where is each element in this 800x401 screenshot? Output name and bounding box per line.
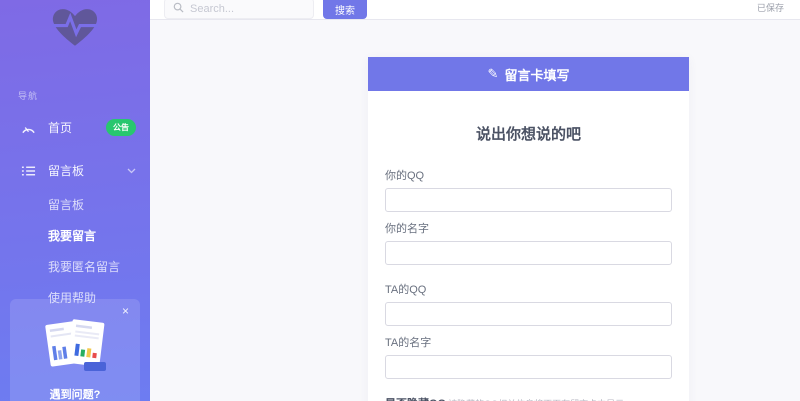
topbar: 搜索 已保存 [150, 0, 800, 20]
sidebar-item-home[interactable]: 首页 公告 [0, 110, 150, 145]
main-column: 搜索 已保存 ✎ 留言卡填写 说出你想说的吧 你的QQ 你的名字 TA的QQ T… [150, 0, 800, 401]
card-header: ✎ 留言卡填写 [368, 57, 689, 91]
search-icon [173, 0, 184, 18]
saved-status-text: 已保存 [757, 1, 784, 14]
sidebar-subnav: 留言板 我要留言 我要匿名留言 使用帮助 [0, 189, 150, 313]
their-qq-label: TA的QQ [385, 281, 672, 297]
sidebar: 导航 首页 公告 留言板 留言板 我要留言 我要 [0, 0, 150, 401]
your-name-input[interactable] [385, 241, 672, 265]
chevron-down-icon [127, 168, 136, 174]
pencil-icon: ✎ [488, 66, 499, 82]
their-name-label: TA的名字 [385, 334, 672, 350]
your-name-label: 你的名字 [385, 220, 672, 236]
promo-title: 遇到问题? [10, 386, 140, 401]
card-body: 说出你想说的吧 你的QQ 你的名字 TA的QQ TA的名字 是否隐藏QQ 被隐藏… [368, 91, 689, 401]
message-card-form: ✎ 留言卡填写 说出你想说的吧 你的QQ 你的名字 TA的QQ TA的名字 是否… [368, 57, 689, 401]
search-input[interactable] [190, 3, 305, 15]
search-button[interactable]: 搜索 [323, 0, 367, 19]
card-subtitle: 说出你想说的吧 [385, 91, 672, 144]
sidebar-item-messageboard[interactable]: 留言板 [0, 153, 150, 188]
search-box[interactable] [164, 0, 314, 19]
list-icon [21, 165, 36, 177]
close-icon[interactable]: × [122, 305, 129, 317]
sidebar-subitem-leave-message[interactable]: 我要留言 [0, 220, 150, 251]
sidebar-subitem-anonymous-message[interactable]: 我要匿名留言 [0, 251, 150, 282]
help-promo-card: × [10, 299, 140, 401]
nav-section-label: 导航 [18, 89, 150, 102]
content-area: ✎ 留言卡填写 说出你想说的吧 你的QQ 你的名字 TA的QQ TA的名字 是否… [150, 20, 800, 401]
hide-qq-hint: 被隐藏的QQ相关信息将不再在留言卡中显示 [448, 397, 624, 401]
their-name-input[interactable] [385, 355, 672, 379]
documents-chart-illustration [10, 315, 140, 378]
hide-qq-label-row: 是否隐藏QQ 被隐藏的QQ相关信息将不再在留言卡中显示 [385, 395, 672, 401]
sidebar-item-label: 留言板 [48, 162, 84, 179]
your-qq-input[interactable] [385, 188, 672, 212]
their-qq-input[interactable] [385, 302, 672, 326]
dashboard-gauge-icon [21, 122, 36, 134]
card-title: 留言卡填写 [504, 65, 569, 84]
sidebar-subitem-messageboard[interactable]: 留言板 [0, 189, 150, 220]
app-logo[interactable] [0, 0, 150, 53]
your-qq-label: 你的QQ [385, 167, 672, 183]
announcement-badge: 公告 [106, 119, 136, 136]
heartbeat-icon [50, 6, 100, 53]
sidebar-item-label: 首页 [48, 119, 72, 136]
hide-qq-label: 是否隐藏QQ [385, 395, 446, 401]
